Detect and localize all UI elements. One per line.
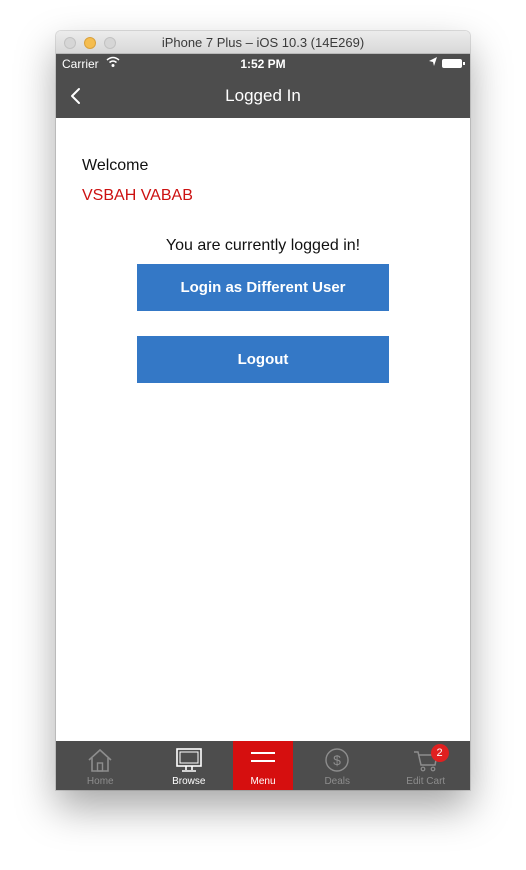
simulator-window: iPhone 7 Plus – iOS 10.3 (14E269) Carrie…: [56, 31, 470, 790]
username-label: VSBAH VABAB: [82, 187, 193, 204]
welcome-label: Welcome: [82, 157, 149, 174]
window-title: iPhone 7 Plus – iOS 10.3 (14E269): [161, 35, 365, 50]
menu-icon: [251, 752, 275, 762]
svg-text:$: $: [333, 752, 341, 768]
tab-bar: Home Browse Menu $ Deals 2 Edit Cart: [56, 741, 470, 790]
tab-edit-cart-label: Edit Cart: [406, 776, 446, 787]
tab-edit-cart[interactable]: 2 Edit Cart: [382, 741, 471, 790]
logout-button[interactable]: Logout: [137, 336, 389, 383]
battery-icon: [442, 59, 465, 68]
status-bar: Carrier 1:52 PM: [56, 54, 470, 74]
tab-menu[interactable]: Menu: [233, 741, 293, 790]
status-time: 1:52 PM: [240, 57, 286, 71]
logged-in-message: You are currently logged in!: [165, 237, 361, 254]
main-content: Welcome VSBAH VABAB You are currently lo…: [56, 118, 470, 741]
location-arrow-icon: [428, 56, 438, 71]
navigation-bar: Logged In: [56, 74, 470, 118]
dollar-icon: $: [325, 748, 349, 772]
page-title: Logged In: [225, 86, 301, 105]
monitor-icon: [175, 748, 202, 772]
cart-count-badge: 2: [430, 744, 449, 762]
tab-menu-label: Menu: [250, 776, 276, 787]
tab-home-label: Home: [86, 776, 114, 787]
tab-deals-label: Deals: [324, 776, 351, 787]
tab-browse-label: Browse: [172, 776, 206, 787]
tab-home[interactable]: Home: [56, 741, 145, 790]
simulator-titlebar: iPhone 7 Plus – iOS 10.3 (14E269): [56, 31, 470, 54]
tab-browse[interactable]: Browse: [145, 741, 234, 790]
home-icon: [88, 748, 112, 772]
login-different-user-button[interactable]: Login as Different User: [137, 264, 389, 311]
tab-deals[interactable]: $ Deals: [293, 741, 382, 790]
